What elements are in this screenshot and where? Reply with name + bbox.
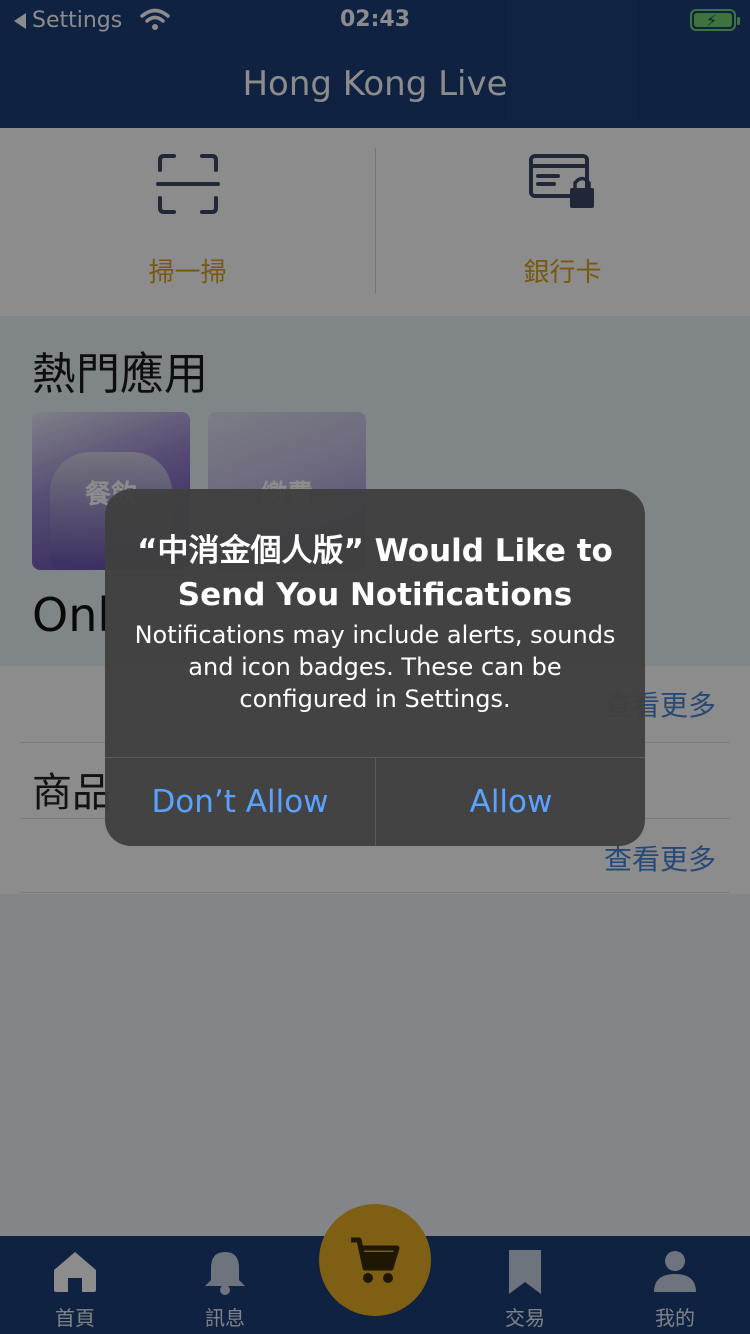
dont-allow-button[interactable]: Don’t Allow: [105, 758, 375, 846]
alert-title: “中消金個人版” Would Like to Send You Notifica…: [137, 533, 613, 613]
notification-permission-alert: “中消金個人版” Would Like to Send You Notifica…: [105, 489, 645, 846]
alert-message: Notifications may include alerts, sounds…: [134, 621, 616, 713]
allow-button[interactable]: Allow: [376, 758, 645, 846]
